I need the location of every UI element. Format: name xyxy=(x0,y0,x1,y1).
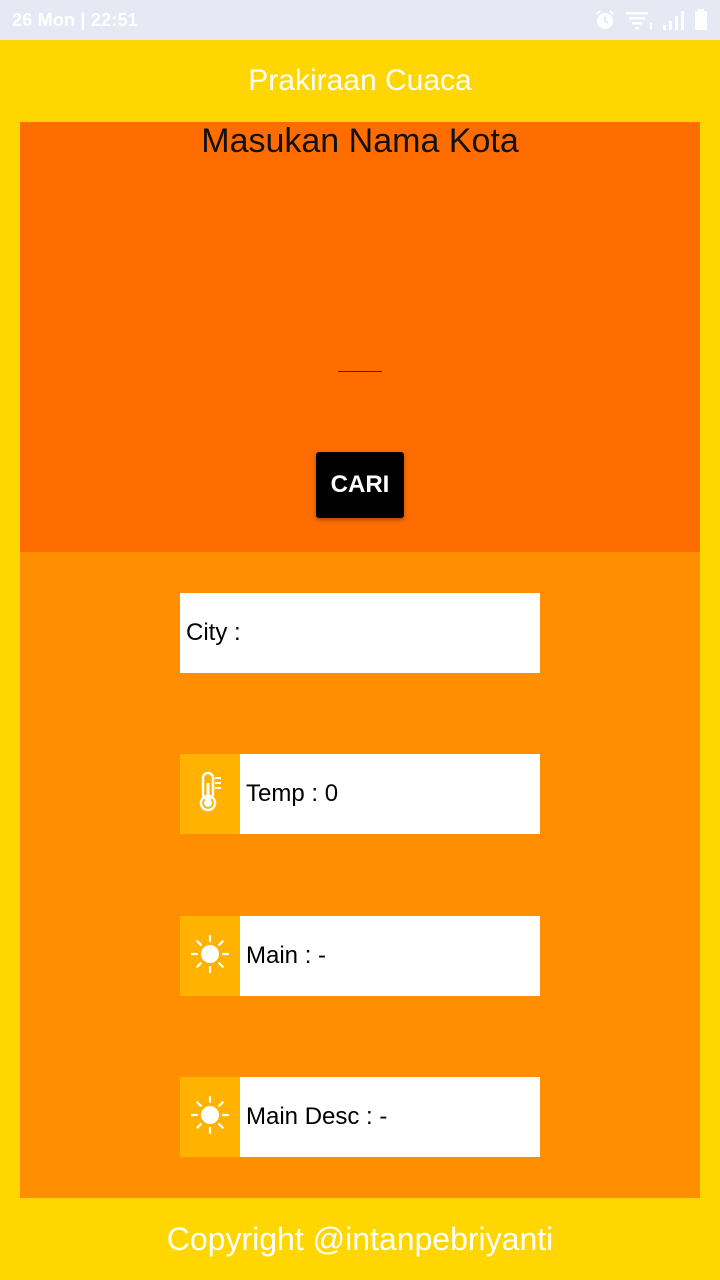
copyright-text: Copyright @intanpebriyanti xyxy=(166,1220,554,1257)
status-bar: 26 Mon | 22:51 xyxy=(0,0,720,40)
status-icons xyxy=(594,9,708,31)
temp-result-row: Temp : 0 xyxy=(180,754,540,834)
city-result-row: City : xyxy=(180,593,540,673)
main-label: Main : - xyxy=(246,942,327,969)
sun-icon xyxy=(190,934,230,979)
desc-result-row: Main Desc : - xyxy=(180,1077,540,1157)
battery-icon xyxy=(694,9,708,31)
app-bar: Prakiraan Cuaca xyxy=(0,40,720,122)
main-result-row: Main : - xyxy=(180,916,540,996)
temp-label: Temp : 0 xyxy=(246,780,339,807)
wifi-icon xyxy=(624,9,654,31)
city-label: City : xyxy=(186,619,241,646)
result-panel: City : Temp : 0 Main: - Main Desc: - xyxy=(20,552,700,1198)
sun-icon xyxy=(190,1095,230,1140)
signal-icon xyxy=(662,9,686,31)
footer: Copyright @intanpebriyanti xyxy=(0,1198,720,1280)
app-title: Prakiraan Cuaca xyxy=(248,64,472,97)
status-time: 26 Mon | 22:51 xyxy=(12,9,138,30)
cari-button[interactable]: CARI xyxy=(316,452,404,518)
city-input[interactable] xyxy=(338,332,382,372)
main-icon-box xyxy=(180,916,240,996)
thermometer-icon xyxy=(195,771,225,818)
desc-label: Main Desc : - xyxy=(246,1103,388,1130)
search-heading: Masukan Nama Kota xyxy=(201,122,519,160)
search-panel: Masukan Nama Kota CARI xyxy=(20,122,700,552)
desc-icon-box xyxy=(180,1077,240,1157)
alarm-icon xyxy=(594,9,616,31)
temp-icon-box xyxy=(180,754,240,834)
